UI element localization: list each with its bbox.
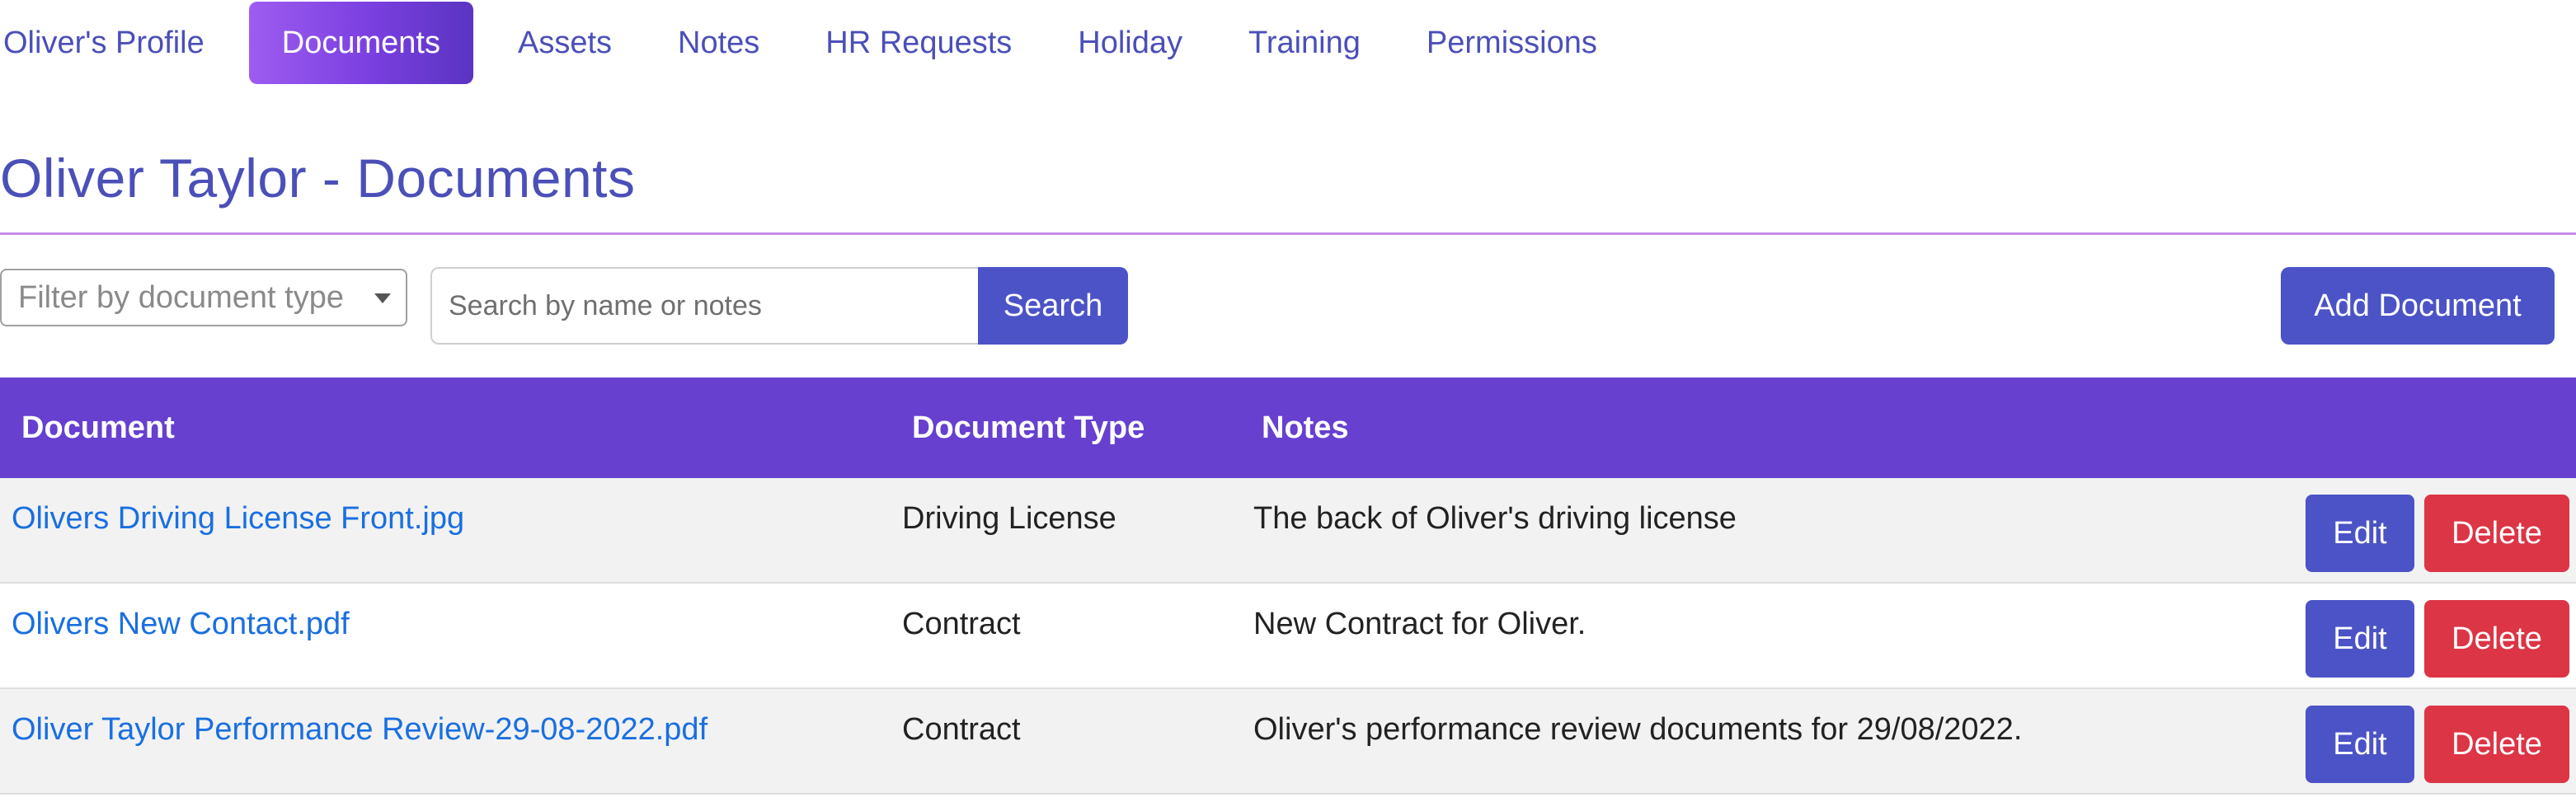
tab-assets[interactable]: Assets xyxy=(485,2,645,84)
edit-button[interactable]: Edit xyxy=(2306,600,2414,678)
profile-tab-nav: Oliver's Profile Documents Assets Notes … xyxy=(0,0,1630,86)
tab-notes[interactable]: Notes xyxy=(645,2,792,84)
document-link[interactable]: Oliver Taylor Performance Review-29-08-2… xyxy=(12,712,707,748)
tab-training[interactable]: Training xyxy=(1215,2,1394,84)
document-type-cell: Driving License xyxy=(902,501,1116,536)
notes-cell: New Contract for Oliver. xyxy=(1253,607,1586,641)
add-document-button[interactable]: Add Document xyxy=(2281,267,2555,345)
search-button[interactable]: Search xyxy=(978,267,1128,345)
tab-documents[interactable]: Documents xyxy=(248,2,473,84)
notes-cell: The back of Oliver's driving license xyxy=(1253,501,1737,536)
document-type-filter[interactable]: Filter by document type xyxy=(0,269,407,326)
document-type-cell: Contract xyxy=(902,712,1021,747)
filter-placeholder: Filter by document type xyxy=(18,279,344,315)
search-input[interactable] xyxy=(430,267,980,345)
header-document: Document xyxy=(21,410,175,445)
document-link[interactable]: Olivers New Contact.pdf xyxy=(12,607,350,642)
tab-permissions[interactable]: Permissions xyxy=(1394,2,1630,84)
tab-holiday[interactable]: Holiday xyxy=(1045,2,1215,84)
edit-button[interactable]: Edit xyxy=(2306,495,2414,572)
table-row: Olivers Driving License Front.jpg Drivin… xyxy=(0,478,2576,584)
documents-page: Oliver's Profile Documents Assets Notes … xyxy=(0,0,2576,802)
documents-table: Document Document Type Notes Olivers Dri… xyxy=(0,378,2576,795)
caret-down-icon xyxy=(374,293,391,303)
delete-button[interactable]: Delete xyxy=(2424,495,2569,572)
tab-hr-requests[interactable]: HR Requests xyxy=(792,2,1045,84)
page-title: Oliver Taylor - Documents xyxy=(0,148,636,209)
notes-cell: Oliver's performance review documents fo… xyxy=(1253,712,2023,747)
delete-button[interactable]: Delete xyxy=(2424,600,2569,678)
header-notes: Notes xyxy=(1262,410,1349,445)
table-header: Document Document Type Notes xyxy=(0,378,2576,478)
table-row: Oliver Taylor Performance Review-29-08-2… xyxy=(0,689,2576,795)
table-row: Olivers New Contact.pdf Contract New Con… xyxy=(0,584,2576,689)
title-divider xyxy=(0,232,2576,235)
tab-profile[interactable]: Oliver's Profile xyxy=(0,2,237,84)
delete-button[interactable]: Delete xyxy=(2424,706,2569,783)
edit-button[interactable]: Edit xyxy=(2306,706,2414,783)
document-type-cell: Contract xyxy=(902,607,1021,641)
header-document-type: Document Type xyxy=(912,410,1145,445)
document-link[interactable]: Olivers Driving License Front.jpg xyxy=(12,501,464,537)
